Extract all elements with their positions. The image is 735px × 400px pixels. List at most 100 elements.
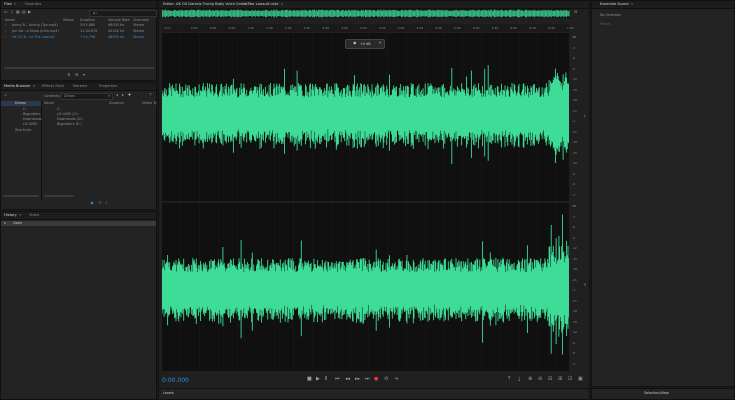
go-to-start-button[interactable]: ⏮	[335, 377, 340, 382]
zoom-out-full-icon[interactable]: ⊟	[574, 10, 577, 14]
tab-effects-rack[interactable]: Effects Rack	[42, 84, 64, 88]
waveform-icon[interactable]: ⇅	[67, 73, 70, 77]
zoom-out-time-button[interactable]: ⊖	[538, 377, 542, 382]
list-item[interactable]: Downloads (D:)	[57, 117, 83, 121]
channel-label-left[interactable]: L	[584, 114, 586, 118]
file-row-selected[interactable]: › UK OS D...ks The Lawsuit 7:14.796 4800…	[1, 35, 156, 40]
file-name: Jenny R... Acting (Tyo.mp4)	[12, 23, 58, 27]
close-icon[interactable]: ×	[280, 2, 283, 6]
insert-icon[interactable]: ▦	[16, 10, 20, 14]
add-icon[interactable]: ✚	[128, 93, 131, 97]
sitemap-icon[interactable]: ⊥	[4, 93, 7, 97]
list-hscrollbar[interactable]	[44, 195, 74, 197]
time-ruler[interactable]: hms 0:20 0:40 1:00 1:20 1:40 2:00 2:20 2:40 3:00 3…	[162, 24, 574, 32]
filter-icon[interactable]: ⊤	[149, 93, 152, 97]
tab-markers[interactable]: Markers	[73, 84, 87, 88]
tree-item[interactable]: C:	[23, 107, 27, 111]
skip-button[interactable]: ⇥	[394, 377, 398, 382]
close-icon[interactable]: ×	[33, 84, 36, 88]
zoom-out-full-button[interactable]: ⊟	[548, 377, 552, 382]
tab-files[interactable]: Files ×	[4, 2, 17, 6]
preview-icon[interactable]: ▶	[91, 201, 94, 205]
file-row[interactable]: › Jenny R... Acting (Tyo.mp4) 3:55.880 4…	[1, 23, 156, 28]
search-input[interactable]: ρ∙	[89, 10, 157, 17]
tree-item[interactable]: Downloads	[23, 117, 42, 121]
list-header-name[interactable]: Name	[44, 101, 54, 105]
time-display[interactable]: 0:00.000	[162, 377, 189, 384]
expand-icon[interactable]: ›	[5, 29, 6, 33]
overview-strip[interactable]	[162, 9, 570, 18]
file-channels: Stereo	[133, 29, 145, 33]
tree-item[interactable]: Bigpatters	[23, 112, 41, 116]
dropdown-icon[interactable]: ▾	[83, 73, 85, 77]
open-folder-icon[interactable]: ▭	[4, 10, 8, 14]
list-header-media-type[interactable]: Media Ty	[142, 101, 157, 105]
col-name[interactable]: Name	[5, 18, 15, 22]
file-channels: Stereo	[133, 23, 145, 27]
tab-favorites[interactable]: Favorites	[25, 2, 41, 6]
tree-item-drives[interactable]: Drives	[1, 101, 41, 106]
ruler-tick: 5:00	[454, 26, 461, 30]
tab-properties[interactable]: Properties	[99, 84, 117, 88]
col-duration[interactable]: Duration	[80, 18, 95, 22]
col-sample-rate[interactable]: Sample Rate	[108, 18, 130, 22]
pause-button[interactable]: Ⅱ	[325, 377, 327, 382]
volume-knob-icon[interactable]: ◉	[353, 41, 357, 45]
files-hscrollbar[interactable]	[4, 67, 154, 69]
autoplay-icon[interactable]: ▶	[28, 10, 31, 14]
waveform-area[interactable]	[162, 33, 569, 371]
go-to-end-button[interactable]: ⏭	[365, 377, 370, 382]
tree-item[interactable]: LD 4090	[23, 122, 37, 126]
history-tabbar: History × Video	[1, 212, 156, 220]
close-icon[interactable]: ×	[14, 2, 17, 6]
settings-icon[interactable]: ⚙	[75, 73, 79, 77]
zoom-in-amplitude-button[interactable]: ⤒	[508, 377, 510, 382]
back-icon[interactable]: ◂	[116, 93, 118, 97]
tab-editor[interactable]: Editor: UK OS Daniels Trump Baby Voice G…	[163, 2, 283, 6]
loop-button[interactable]: ⟲	[384, 377, 388, 382]
autoplay-icon[interactable]: ♪	[105, 201, 108, 205]
fast-forward-button[interactable]: ▸▸	[355, 377, 360, 382]
forward-icon[interactable]: ▸	[122, 93, 124, 97]
tab-video[interactable]: Video	[29, 213, 39, 217]
close-icon[interactable]: ×	[19, 213, 22, 217]
loop-icon[interactable]: ⟲	[98, 201, 101, 205]
selection-view-panel: Selection/View	[591, 388, 735, 400]
zoom-in-time-button[interactable]: ⊕	[528, 377, 532, 382]
col-status[interactable]: Status	[63, 18, 74, 22]
rewind-button[interactable]: ◂◂	[345, 377, 350, 382]
tab-history[interactable]: History ×	[4, 213, 22, 217]
history-item[interactable]: ▸ Open	[1, 221, 156, 226]
col-channels[interactable]: Channels	[133, 18, 149, 22]
db-tick: -3	[572, 361, 575, 366]
list-item[interactable]: Bigpatters (E:)	[57, 122, 82, 126]
hud[interactable]: ◉ +0 dB ⌖	[345, 39, 385, 49]
tree-divider[interactable]	[41, 100, 42, 200]
import-icon[interactable]: ⇩	[10, 10, 13, 14]
close-icon[interactable]: ×	[631, 2, 634, 6]
file-row[interactable]: › Jon Val...e Show (Intlu.mp4) 11:34.876…	[1, 29, 156, 34]
play-button[interactable]: ▶	[316, 377, 320, 382]
zoom-in-point-button[interactable]: ⊞	[558, 377, 562, 382]
list-item[interactable]: C:	[57, 107, 61, 111]
pin-icon[interactable]: ⌖	[379, 41, 381, 45]
list-item[interactable]: LD 4090 (C:)	[57, 112, 78, 116]
tree-hscrollbar[interactable]	[3, 195, 39, 197]
expand-icon[interactable]: ›	[5, 23, 6, 27]
tree-shortcuts[interactable]: Shortcuts	[15, 128, 31, 132]
close-file-icon[interactable]: ▤	[22, 10, 26, 14]
zoom-out-amplitude-button[interactable]: ⤓	[518, 377, 520, 382]
list-header-duration[interactable]: Duration	[109, 101, 124, 105]
zoom-selection-button[interactable]: ⊡	[568, 377, 572, 382]
ruler-tick: 6:40	[548, 26, 555, 30]
ruler-tick: 2:20	[303, 26, 311, 30]
tab-media-browser[interactable]: Media Browser ×	[4, 84, 36, 88]
channel-label-right[interactable]: R	[584, 283, 586, 287]
zoom-to-fit-button[interactable]: ▣	[578, 377, 583, 382]
tab-mixer[interactable]: Mixer	[244, 2, 254, 6]
stop-button[interactable]: ■	[307, 377, 312, 382]
contents-select[interactable]: Drives ▾	[61, 93, 113, 100]
record-button[interactable]: ●	[374, 377, 378, 382]
expand-icon[interactable]: ›	[5, 35, 6, 39]
tab-essential-sound[interactable]: Essential Sound ×	[600, 2, 634, 6]
